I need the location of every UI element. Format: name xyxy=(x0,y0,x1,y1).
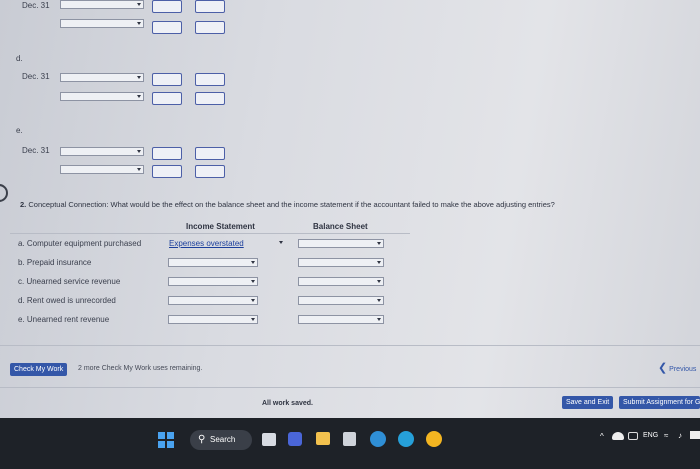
windows-start-icon[interactable] xyxy=(158,432,174,448)
balance-effect-dropdown[interactable] xyxy=(298,239,384,248)
volume-icon[interactable]: ♪ xyxy=(678,431,682,440)
debit-input[interactable] xyxy=(152,165,182,178)
income-effect-dropdown[interactable]: Expenses overstated xyxy=(166,238,286,248)
date-label: Dec. 31 xyxy=(22,146,50,155)
edge-icon[interactable] xyxy=(370,431,386,447)
chevron-left-icon: ❮ xyxy=(658,362,668,374)
question-text: 2. Conceptual Connection: What would be … xyxy=(20,200,555,209)
save-status: All work saved. xyxy=(262,400,313,407)
assignment-page: Dec. 31 d. Dec. 31 e. Dec. 31 2. Concept… xyxy=(0,0,700,390)
debit-input[interactable] xyxy=(152,147,182,160)
credit-input[interactable] xyxy=(195,165,225,178)
credit-input[interactable] xyxy=(195,73,225,86)
income-effect-dropdown[interactable] xyxy=(168,296,258,305)
display-icon[interactable] xyxy=(628,432,638,440)
language-indicator[interactable]: ENG xyxy=(643,432,658,439)
battery-icon[interactable] xyxy=(690,431,700,439)
credit-input[interactable] xyxy=(195,0,225,13)
chrome-icon[interactable] xyxy=(426,431,442,447)
question-marker xyxy=(0,184,8,202)
save-and-exit-button[interactable]: Save and Exit xyxy=(562,396,614,409)
credit-input[interactable] xyxy=(195,92,225,105)
divider xyxy=(10,233,410,234)
income-effect-dropdown[interactable] xyxy=(168,258,258,267)
previous-button[interactable]: ❮ Previous xyxy=(658,361,696,374)
credit-input[interactable] xyxy=(195,147,225,160)
account-dropdown[interactable] xyxy=(60,73,144,82)
chat-icon[interactable] xyxy=(288,432,302,446)
file-explorer-icon[interactable] xyxy=(316,432,330,445)
check-remaining-text: 2 more Check My Work uses remaining. xyxy=(78,365,203,372)
date-label: Dec. 31 xyxy=(22,1,50,10)
app-icon[interactable] xyxy=(398,431,414,447)
balance-effect-dropdown[interactable] xyxy=(298,258,384,267)
income-effect-dropdown[interactable] xyxy=(168,315,258,324)
credit-input[interactable] xyxy=(195,21,225,34)
check-my-work-button[interactable]: Check My Work xyxy=(10,363,68,376)
question-body: Conceptual Connection: What would be the… xyxy=(28,200,555,209)
account-dropdown[interactable] xyxy=(60,147,144,156)
search-label: Search xyxy=(210,435,236,444)
account-dropdown[interactable] xyxy=(60,165,144,174)
item-label: b. Prepaid insurance xyxy=(18,258,92,267)
balance-sheet-header: Balance Sheet xyxy=(313,222,368,231)
entry-letter: e. xyxy=(16,126,23,135)
search-icon: ⚲ xyxy=(198,434,206,445)
date-label: Dec. 31 xyxy=(22,72,50,81)
balance-effect-dropdown[interactable] xyxy=(298,277,384,286)
debit-input[interactable] xyxy=(152,0,182,13)
store-icon[interactable] xyxy=(343,432,356,446)
account-dropdown[interactable] xyxy=(60,19,144,28)
debit-input[interactable] xyxy=(152,92,182,105)
income-effect-value: Expenses overstated xyxy=(169,239,244,248)
submit-assignment-button[interactable]: Submit Assignment for G xyxy=(619,396,700,409)
income-effect-dropdown[interactable] xyxy=(168,277,258,286)
question-number: 2. xyxy=(20,200,27,209)
item-label: a. Computer equipment purchased xyxy=(18,239,142,248)
income-statement-header: Income Statement xyxy=(186,222,255,231)
chevron-up-icon[interactable]: ^ xyxy=(600,432,604,441)
previous-label: Previous xyxy=(669,366,697,373)
weather-icon[interactable] xyxy=(612,432,624,440)
taskbar-search[interactable]: ⚲ Search xyxy=(190,430,252,450)
balance-effect-dropdown[interactable] xyxy=(298,315,384,324)
task-view-icon[interactable] xyxy=(262,433,276,446)
account-dropdown[interactable] xyxy=(60,92,144,101)
debit-input[interactable] xyxy=(152,73,182,86)
account-dropdown[interactable] xyxy=(60,0,144,9)
item-label: c. Unearned service revenue xyxy=(18,277,121,286)
item-label: d. Rent owed is unrecorded xyxy=(18,296,116,305)
footer-divider xyxy=(0,345,700,346)
taskbar: ⚲ Search ^ ENG ≈ ♪ xyxy=(0,418,700,469)
divider xyxy=(0,387,700,388)
balance-effect-dropdown[interactable] xyxy=(298,296,384,305)
wifi-icon[interactable]: ≈ xyxy=(664,431,668,440)
entry-letter: d. xyxy=(16,54,23,63)
item-label: e. Unearned rent revenue xyxy=(18,315,110,324)
debit-input[interactable] xyxy=(152,21,182,34)
